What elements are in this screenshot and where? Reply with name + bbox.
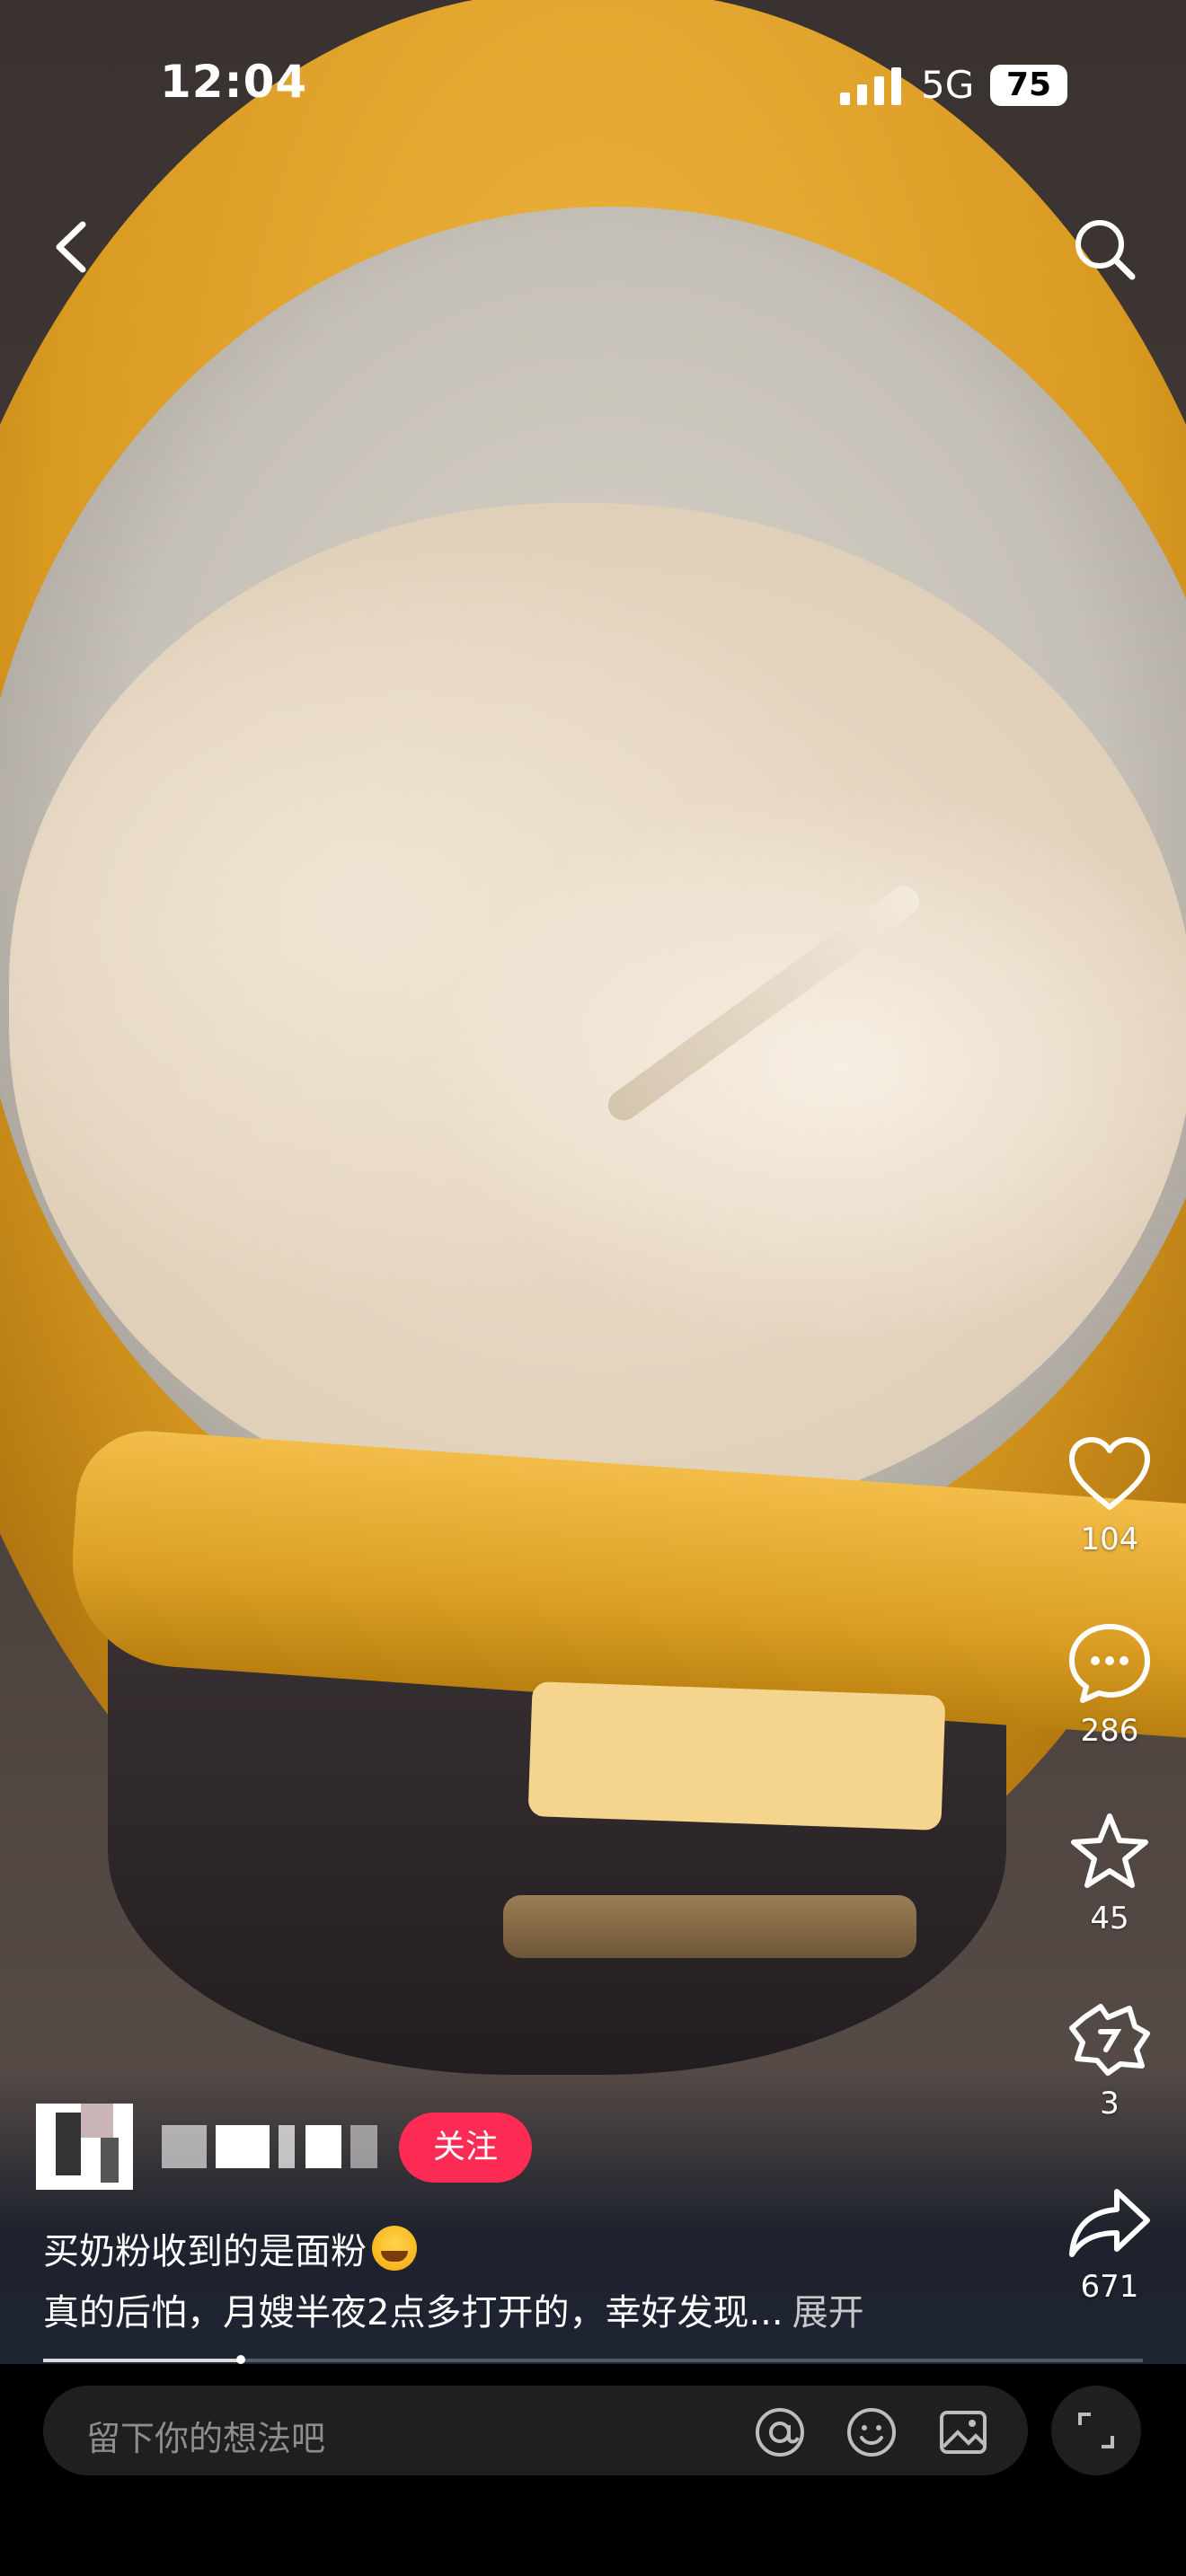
star-icon (1071, 1813, 1148, 1888)
expand-link[interactable]: 展开 (792, 2292, 864, 2333)
fullscreen-button[interactable] (1051, 2386, 1141, 2475)
share-button[interactable]: 671 (1056, 2186, 1164, 2305)
author-name[interactable] (162, 2125, 395, 2168)
repost-count: 3 (1100, 2086, 1120, 2122)
network-type: 5G (921, 63, 975, 107)
caption-body[interactable]: 真的后怕，月嫂半夜2点多打开的，幸好发现... 展开 (43, 2283, 864, 2335)
comment-placeholder: 留下你的想法吧 (86, 2419, 326, 2458)
at-icon[interactable] (753, 2405, 807, 2459)
video-frame[interactable] (0, 0, 1186, 2364)
can-band (503, 1895, 916, 1958)
fullscreen-icon (1078, 2413, 1114, 2448)
back-icon[interactable] (45, 216, 99, 278)
favorite-button[interactable]: 45 (1056, 1811, 1164, 1936)
comment-input[interactable]: 留下你的想法吧 (43, 2386, 1028, 2475)
can-label (527, 1681, 946, 1831)
like-count: 104 (1080, 1522, 1139, 1557)
progress-fill (43, 2359, 242, 2362)
favorite-count: 45 (1090, 1901, 1129, 1936)
video-progress[interactable] (43, 2355, 1143, 2364)
caption-title: 买奶粉收到的是面粉 (43, 2222, 417, 2274)
author-avatar[interactable] (36, 2104, 133, 2190)
emoji-icon[interactable] (845, 2405, 898, 2459)
battery-indicator: 75 (990, 65, 1067, 106)
repost-icon (1069, 2004, 1150, 2076)
follow-button[interactable]: 关注 (399, 2113, 532, 2183)
status-time: 12:04 (160, 56, 308, 108)
repost-button[interactable]: 3 (1056, 1999, 1164, 2122)
like-button[interactable]: 104 (1056, 1435, 1164, 1557)
comment-count: 286 (1080, 1713, 1139, 1749)
comment-button[interactable]: 286 (1056, 1621, 1164, 1749)
signal-icon (840, 67, 901, 105)
image-icon[interactable] (936, 2405, 990, 2459)
status-bar: 12:04 5G 75 (0, 0, 1186, 171)
share-count: 671 (1080, 2269, 1139, 2305)
comment-icon (1069, 1624, 1150, 1703)
comment-bar: 留下你的想法吧 (0, 2364, 1186, 2576)
heart-icon (1069, 1437, 1150, 1510)
flour-powder (9, 503, 1186, 1527)
share-icon (1069, 2189, 1150, 2257)
sweat-smile-emoji (372, 2226, 417, 2271)
search-icon[interactable] (1069, 214, 1141, 286)
